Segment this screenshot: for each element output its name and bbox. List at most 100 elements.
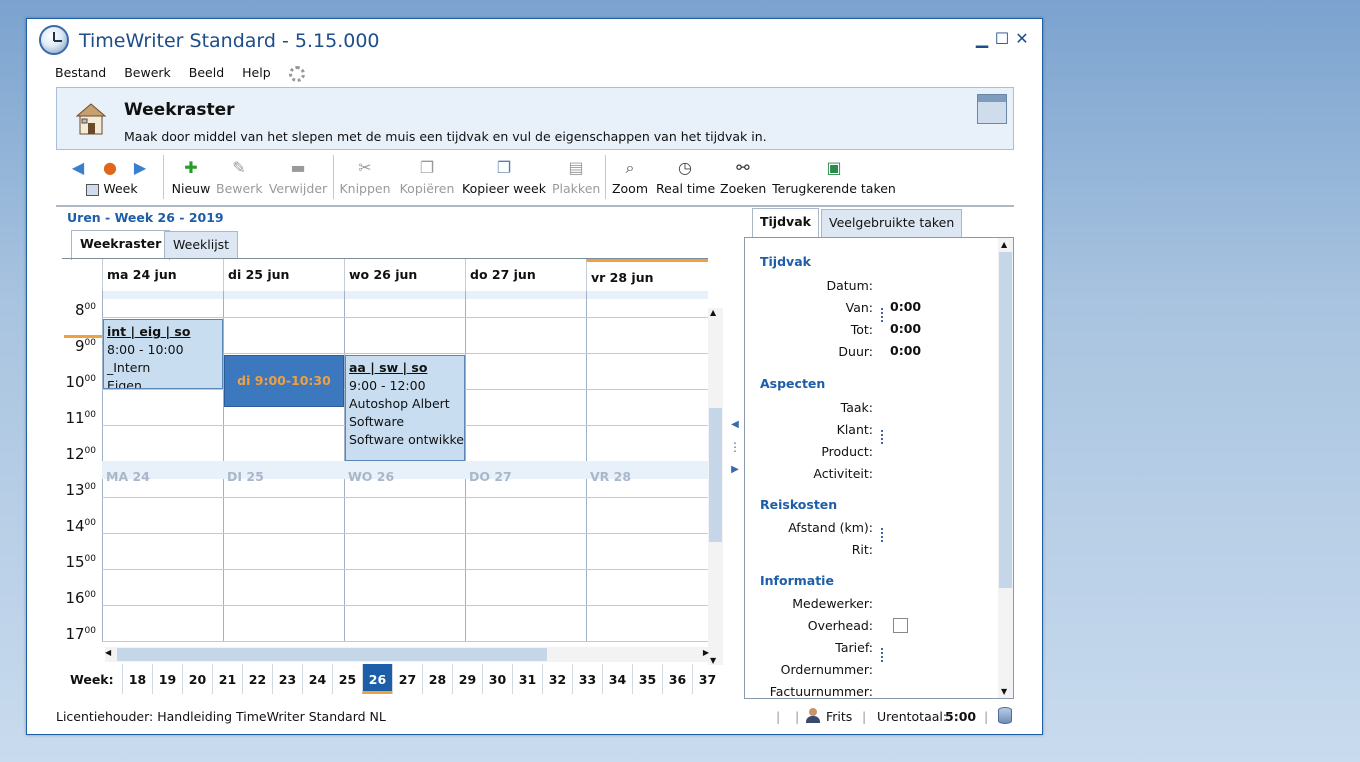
title-bar: TimeWriter Standard - 5.15.000 ▁ ☐ ✕	[27, 19, 1042, 61]
week-35[interactable]: 35	[632, 664, 662, 694]
week-bar: Week: 18 19 20 21 22 23 24 25 26 27 28 2…	[62, 664, 722, 694]
hour-label: 1500	[65, 553, 96, 571]
toolbar: ◀ ● ▶ Week ✚ Nieuw ✎ Bewerk ▬ Verwijder ✂ Kn…	[56, 155, 1014, 207]
realtime-button[interactable]: ◷ Real time	[656, 155, 715, 201]
event-block[interactable]: aa | sw | so 9:00 - 12:00 Autoshop Alber…	[345, 355, 465, 461]
period-selector[interactable]: Week	[84, 181, 140, 201]
copy-button[interactable]: ❐ Kopiëren	[398, 155, 456, 201]
recurring-icon: ▣	[826, 158, 842, 177]
week-28[interactable]: 28	[422, 664, 452, 694]
week-33[interactable]: 33	[572, 664, 602, 694]
week-22[interactable]: 22	[242, 664, 272, 694]
close-button[interactable]: ✕	[1013, 29, 1031, 48]
day-header: do 27 jun	[465, 259, 586, 291]
grid-vertical-scrollbar[interactable]: ▲ ▼	[708, 308, 723, 665]
minus-icon: ▬	[290, 158, 306, 177]
week-34[interactable]: 34	[602, 664, 632, 694]
edit-button[interactable]: ✎ Bewerk	[216, 155, 263, 201]
week-30[interactable]: 30	[482, 664, 512, 694]
week-26-active[interactable]: 26	[362, 664, 392, 694]
minimize-button[interactable]: ▁	[973, 29, 991, 48]
week-32[interactable]: 32	[542, 664, 572, 694]
overhead-checkbox[interactable]	[893, 618, 908, 633]
week-37[interactable]: 37	[692, 664, 722, 694]
week-title: Uren - Week 26 - 2019	[67, 210, 224, 225]
section-aspecten: Aspecten	[760, 376, 826, 391]
splitter-grip-icon[interactable]: ⋮	[728, 441, 742, 453]
week-36[interactable]: 36	[662, 664, 692, 694]
hour-label: 1600	[65, 589, 96, 607]
week-25[interactable]: 25	[332, 664, 362, 694]
day-header: di 25 jun	[223, 259, 344, 291]
week-24[interactable]: 24	[302, 664, 332, 694]
week-20[interactable]: 20	[182, 664, 212, 694]
cut-button[interactable]: ✂ Knippen	[338, 155, 392, 201]
recurring-tasks-button[interactable]: ▣ Terugkerende taken	[772, 155, 896, 201]
scroll-thumb[interactable]	[709, 408, 722, 542]
window-title: TimeWriter Standard - 5.15.000	[79, 30, 380, 52]
maximize-button[interactable]: ☐	[993, 29, 1011, 48]
properties-panel: Tijdvak Datum: Van: 0:00 Tot: 0:00 Duur:…	[744, 237, 1014, 699]
hour-label: 1200	[65, 445, 96, 463]
menu-bestand[interactable]: Bestand	[55, 65, 106, 85]
database-icon[interactable]	[998, 707, 1012, 724]
panel-splitter[interactable]: ◀ ⋮ ▶	[728, 419, 742, 499]
status-bar: Licentiehouder: Handleiding TimeWriter S…	[56, 707, 1014, 731]
section-informatie: Informatie	[760, 573, 834, 588]
copy-week-icon: ❐	[496, 158, 512, 177]
week-21[interactable]: 21	[212, 664, 242, 694]
calendar-icon	[977, 94, 1007, 124]
scroll-up-icon[interactable]: ▲	[1001, 240, 1007, 249]
tab-veelgebruikte-taken[interactable]: Veelgebruikte taken	[821, 209, 963, 237]
collapse-right-icon[interactable]: ▶	[728, 464, 742, 475]
scroll-right-icon[interactable]: ▶	[703, 648, 709, 657]
scroll-thumb[interactable]	[999, 252, 1012, 588]
tot-field[interactable]: 0:00	[890, 321, 921, 336]
week-bar-label: Week:	[70, 672, 114, 687]
week-19[interactable]: 19	[152, 664, 182, 694]
week-18[interactable]: 18	[122, 664, 152, 694]
properties-scrollbar[interactable]: ▲ ▼	[998, 238, 1013, 698]
grid-horizontal-scrollbar[interactable]: ◀ ▶	[105, 647, 709, 662]
menu-bewerk[interactable]: Bewerk	[124, 65, 171, 85]
total-label: Urentotaal:	[877, 709, 948, 724]
selection-block[interactable]: di 9:00-10:30	[224, 355, 344, 407]
tab-weeklijst[interactable]: Weeklijst	[164, 231, 239, 259]
collapse-left-icon[interactable]: ◀	[728, 419, 742, 430]
week-grid: ma 24 jun di 25 jun wo 26 jun do 27 jun …	[62, 258, 708, 698]
period-label: Week	[103, 181, 138, 196]
license-text: Licentiehouder: Handleiding TimeWriter S…	[56, 709, 386, 724]
user-icon	[806, 708, 820, 724]
copy-week-button[interactable]: ❐ Kopieer week	[462, 155, 546, 201]
week-29[interactable]: 29	[452, 664, 482, 694]
total-value: 5:00	[945, 709, 977, 724]
tab-tijdvak[interactable]: Tijdvak	[752, 208, 819, 238]
new-button[interactable]: ✚ Nieuw	[170, 155, 212, 201]
duur-field[interactable]: 0:00	[890, 343, 921, 358]
van-field[interactable]: 0:00	[890, 299, 921, 314]
delete-button[interactable]: ▬ Verwijder	[268, 155, 328, 201]
paste-button[interactable]: ▤ Plakken	[552, 155, 600, 201]
day-header-today: vr 28 jun	[586, 259, 708, 291]
week-27[interactable]: 27	[392, 664, 422, 694]
scroll-down-icon[interactable]: ▼	[1001, 687, 1007, 696]
section-tijdvak: Tijdvak	[760, 254, 811, 269]
hour-label: 800	[75, 301, 96, 319]
tab-weekraster[interactable]: Weekraster	[71, 230, 171, 260]
hour-label: 1000	[65, 373, 96, 391]
scroll-up-icon[interactable]: ▲	[710, 308, 716, 317]
header-panel: Weekraster Maak door middel van het slep…	[56, 87, 1014, 150]
scroll-thumb[interactable]	[117, 648, 547, 661]
clock-app-icon	[39, 25, 69, 55]
app-window: TimeWriter Standard - 5.15.000 ▁ ☐ ✕ Bes…	[26, 18, 1043, 735]
scroll-left-icon[interactable]: ◀	[105, 648, 111, 657]
search-button[interactable]: ⚯ Zoeken	[720, 155, 766, 201]
event-block[interactable]: int | eig | so 8:00 - 10:00 _Intern Eige…	[103, 319, 223, 389]
week-31[interactable]: 31	[512, 664, 542, 694]
zoom-button[interactable]: ⌕ Zoom	[610, 155, 650, 201]
week-23[interactable]: 23	[272, 664, 302, 694]
gear-icon[interactable]	[288, 66, 305, 82]
page-title: Weekraster	[124, 100, 235, 120]
menu-help[interactable]: Help	[242, 65, 271, 85]
menu-beeld[interactable]: Beeld	[189, 65, 224, 85]
